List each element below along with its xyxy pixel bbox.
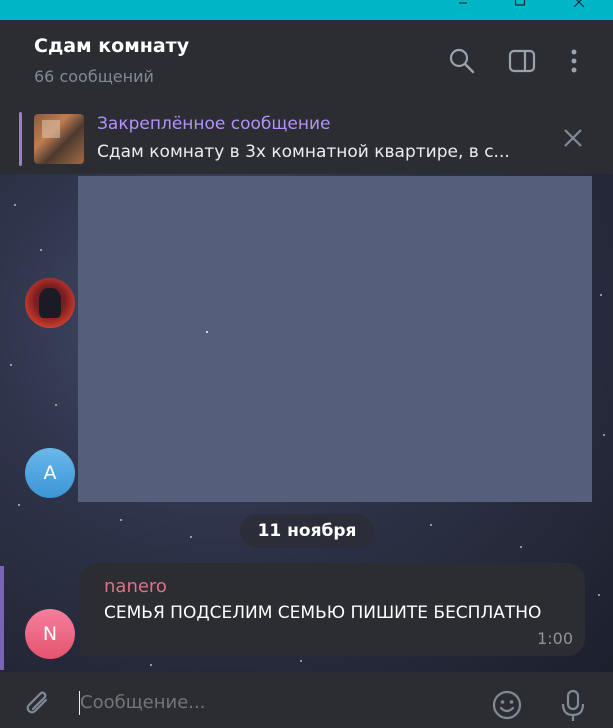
pinned-accent-bar <box>19 112 22 166</box>
members-count: 66 сообщений <box>34 67 154 86</box>
pinned-message-bar[interactable]: Закреплённое сообщение Сдам комнату в 3х… <box>0 104 613 174</box>
chat-title[interactable]: Сдам комнату <box>34 35 189 57</box>
media-placeholder[interactable] <box>78 176 592 502</box>
bg-star <box>600 294 602 296</box>
chat-header: Сдам комнату 66 сообщений <box>0 20 613 104</box>
search-icon[interactable] <box>447 46 477 76</box>
avatar[interactable] <box>25 278 75 328</box>
media-speck <box>206 331 208 333</box>
message-sender[interactable]: nanero <box>104 576 167 597</box>
bg-star <box>598 594 600 596</box>
message-time: 1:00 <box>537 629 573 648</box>
message-input[interactable] <box>80 686 460 718</box>
close-window-button[interactable] <box>556 0 602 20</box>
bg-star <box>190 536 192 538</box>
emoji-icon[interactable] <box>492 688 522 722</box>
pinned-thumbnail <box>34 114 84 164</box>
bg-star <box>18 504 20 506</box>
window-titlebar <box>0 0 613 20</box>
bg-star <box>10 364 12 366</box>
bg-star <box>40 249 42 251</box>
bg-star <box>55 404 57 406</box>
minimize-button[interactable] <box>440 0 486 20</box>
bg-star <box>300 660 302 662</box>
attach-icon[interactable] <box>24 688 54 722</box>
bg-star <box>150 664 152 666</box>
bg-star <box>430 524 432 526</box>
microphone-icon[interactable] <box>558 688 588 722</box>
close-icon[interactable] <box>561 126 585 150</box>
more-vert-icon[interactable] <box>560 46 590 76</box>
avatar-initial-a[interactable]: A <box>25 448 75 498</box>
minimize-icon <box>459 2 467 4</box>
sidebar-toggle-icon[interactable] <box>507 46 537 76</box>
pinned-text: Сдам комнату в 3х комнатной квартире, в … <box>97 142 510 162</box>
bg-star <box>14 204 16 206</box>
date-separator: 11 ноября <box>240 514 374 548</box>
chat-area[interactable]: A 11 ноября nanero СЕМЬЯ ПОДСЕЛИМ СЕМЬЮ … <box>0 174 613 672</box>
maximize-button[interactable] <box>497 0 543 20</box>
message-bubble[interactable]: nanero СЕМЬЯ ПОДСЕЛИМ СЕМЬЮ ПИШИТЕ БЕСПЛ… <box>80 563 585 656</box>
avatar-initial-n[interactable]: N <box>25 609 75 659</box>
maximize-icon <box>514 0 526 6</box>
bg-star <box>120 519 122 521</box>
selection-indicator <box>0 566 4 670</box>
message-composer <box>0 672 613 728</box>
pinned-title: Закреплённое сообщение <box>97 114 331 134</box>
bg-star <box>603 434 605 436</box>
message-text: СЕМЬЯ ПОДСЕЛИМ СЕМЬЮ ПИШИТЕ БЕСПЛАТНО <box>104 603 542 623</box>
bg-star <box>520 546 522 548</box>
close-window-icon <box>573 0 585 8</box>
